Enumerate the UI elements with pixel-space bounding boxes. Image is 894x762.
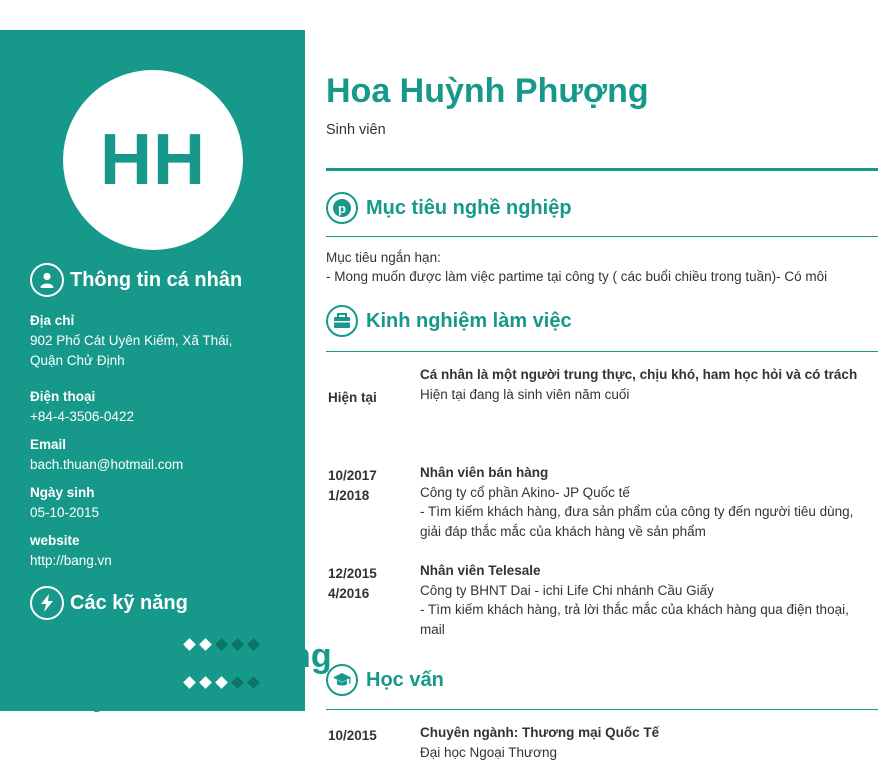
rating-diamond-icon bbox=[247, 676, 260, 689]
header-divider bbox=[326, 168, 878, 171]
rating-diamond-icon bbox=[183, 638, 196, 651]
experience-header: Kinh nghiệm làm việc bbox=[326, 305, 572, 337]
sidebar: HH Thông tin cá nhân Địa chỉ 902 Phố Cát… bbox=[0, 30, 305, 711]
pinterest-icon: p bbox=[326, 192, 358, 224]
education-date: 10/2015 bbox=[328, 726, 377, 746]
phone-label: Điện thoại bbox=[30, 387, 270, 407]
avatar: HH bbox=[63, 70, 243, 250]
objective-line-2: - Mong muốn được làm việc partime tại cô… bbox=[326, 267, 878, 286]
experience-date-start: 12/2015 bbox=[328, 564, 377, 584]
experience-date-start: Hiện tại bbox=[328, 388, 377, 408]
personal-info-title: Thông tin cá nhân bbox=[70, 269, 242, 292]
website-block: website http://bang.vn bbox=[30, 531, 270, 571]
experience-item: Nhân viên bán hàng Công ty cổ phần Akino… bbox=[420, 463, 878, 541]
address-label: Địa chỉ bbox=[30, 311, 270, 331]
rating-diamond-icon bbox=[231, 676, 244, 689]
objective-title: Mục tiêu nghề nghiệp bbox=[366, 197, 572, 220]
rating-diamond-icon bbox=[183, 676, 196, 689]
email-value[interactable]: bach.thuan@hotmail.com bbox=[30, 455, 270, 475]
objective-header: p Mục tiêu nghề nghiệp bbox=[326, 192, 572, 224]
objective-line-1: Mục tiêu ngắn hạn: bbox=[326, 248, 878, 267]
skill-rating bbox=[185, 640, 265, 649]
candidate-name: Hoa Huỳnh Phượng bbox=[326, 72, 649, 111]
experience-date-end: 4/2016 bbox=[328, 584, 377, 604]
education-item: Chuyên ngành: Thương mại Quốc Tế Đại học… bbox=[420, 723, 878, 762]
experience-divider bbox=[326, 351, 878, 352]
experience-item-line: giải đáp thắc mắc của khách hàng về sản … bbox=[420, 522, 878, 542]
address-block: Địa chỉ 902 Phố Cát Uyên Kiếm, Xã Thái, … bbox=[30, 311, 270, 371]
skill-row: Tin học văn phòng bbox=[30, 637, 270, 657]
rating-diamond-icon bbox=[247, 638, 260, 651]
experience-item: Nhân viên Telesale Công ty BHNT Dai - ic… bbox=[420, 561, 878, 639]
experience-date: 12/2015 4/2016 bbox=[328, 564, 377, 604]
experience-item-title: Nhân viên bán hàng bbox=[420, 463, 878, 483]
experience-item: Cá nhân là một người trung thực, chịu kh… bbox=[420, 365, 878, 404]
main-content: Hoa Huỳnh Phượng Sinh viên p Mục tiêu ng… bbox=[326, 0, 878, 750]
birthday-label: Ngày sinh bbox=[30, 483, 270, 503]
skills-title: Các kỹ năng bbox=[70, 592, 188, 615]
experience-item-company: Công ty BHNT Dai - ichi Life Chi nhánh C… bbox=[420, 581, 878, 601]
education-item-title: Chuyên ngành: Thương mại Quốc Tế bbox=[420, 723, 878, 743]
rating-diamond-icon bbox=[199, 676, 212, 689]
experience-item-title: Cá nhân là một người trung thực, chịu kh… bbox=[420, 365, 878, 385]
objective-divider bbox=[326, 236, 878, 237]
experience-item-company: Công ty cổ phần Akino- JP Quốc tế bbox=[420, 483, 878, 503]
address-line-2: Quận Chử Định bbox=[30, 351, 270, 371]
personal-info-header: Thông tin cá nhân bbox=[30, 263, 242, 297]
birthday-value: 05-10-2015 bbox=[30, 503, 270, 523]
website-label: website bbox=[30, 531, 270, 551]
education-header: Học vấn bbox=[326, 664, 444, 696]
avatar-initials: HH bbox=[100, 119, 206, 201]
briefcase-icon bbox=[326, 305, 358, 337]
graduation-cap-icon bbox=[326, 664, 358, 696]
experience-item-line: Hiện tại đang là sinh viên năm cuối bbox=[420, 385, 878, 405]
skill-rating bbox=[185, 678, 265, 687]
rating-diamond-icon bbox=[231, 638, 244, 651]
candidate-role: Sinh viên bbox=[326, 122, 386, 138]
experience-date-end: 1/2018 bbox=[328, 486, 377, 506]
experience-date-start: 10/2017 bbox=[328, 466, 377, 486]
email-block: Email bach.thuan@hotmail.com bbox=[30, 435, 270, 475]
experience-item-line: - Tìm kiếm khách hàng, trả lời thắc mắc … bbox=[420, 600, 878, 620]
education-date-start: 10/2015 bbox=[328, 726, 377, 746]
experience-item-line: mail bbox=[420, 620, 878, 640]
objective-text: Mục tiêu ngắn hạn: - Mong muốn được làm … bbox=[326, 248, 878, 286]
lightning-icon bbox=[30, 586, 64, 620]
skill-name: Tin học văn phòng bbox=[30, 637, 332, 676]
education-divider bbox=[326, 709, 878, 710]
experience-title: Kinh nghiệm làm việc bbox=[366, 310, 572, 333]
education-title: Học vấn bbox=[366, 669, 444, 692]
experience-item-title: Nhân viên Telesale bbox=[420, 561, 878, 581]
address-line-1: 902 Phố Cát Uyên Kiếm, Xã Thái, bbox=[30, 331, 270, 351]
experience-item-line: - Tìm kiếm khách hàng, đưa sản phẩm của … bbox=[420, 502, 878, 522]
birthday-block: Ngày sinh 05-10-2015 bbox=[30, 483, 270, 523]
user-icon bbox=[30, 263, 64, 297]
education-item-school: Đại học Ngoại Thương bbox=[420, 743, 878, 762]
experience-date: Hiện tại bbox=[328, 388, 377, 408]
experience-date: 10/2017 1/2018 bbox=[328, 466, 377, 506]
rating-diamond-icon bbox=[199, 638, 212, 651]
skills-header: Các kỹ năng bbox=[30, 586, 188, 620]
svg-text:p: p bbox=[338, 201, 346, 216]
skill-row: Thuyết trình bbox=[30, 675, 270, 695]
phone-value: +84-4-3506-0422 bbox=[30, 407, 270, 427]
email-label: Email bbox=[30, 435, 270, 455]
phone-block: Điện thoại +84-4-3506-0422 bbox=[30, 387, 270, 427]
website-value[interactable]: http://bang.vn bbox=[30, 551, 270, 571]
rating-diamond-icon bbox=[215, 676, 228, 689]
rating-diamond-icon bbox=[215, 638, 228, 651]
